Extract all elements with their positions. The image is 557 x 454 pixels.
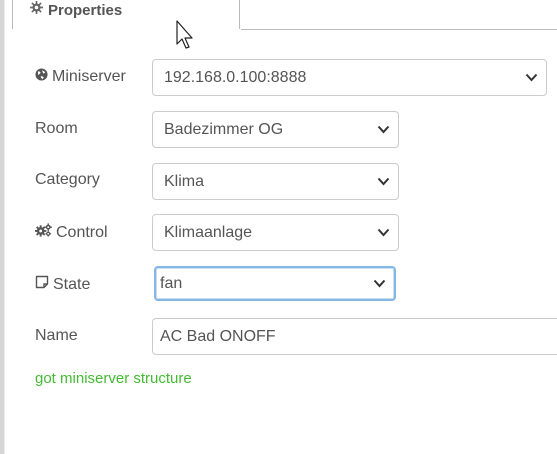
category-select[interactable]: Klima (152, 163, 399, 200)
room-label: Room (35, 120, 78, 137)
control-select[interactable]: Klimaanlage (152, 214, 399, 251)
gears-icon (35, 223, 52, 242)
gear-icon (30, 1, 43, 19)
tab-bar-divider (241, 29, 557, 30)
chevron-down-icon (377, 224, 390, 242)
sticky-note-icon (35, 275, 49, 294)
miniserver-label: Miniserver (35, 68, 126, 86)
room-value: Badezimmer OG (164, 120, 284, 138)
state-label: State (35, 275, 90, 294)
name-label: Name (35, 327, 78, 344)
state-select[interactable]: fan (154, 266, 396, 301)
panel-left-border-inner (4, 0, 5, 454)
chevron-down-icon (373, 275, 386, 293)
status-message: got miniserver structure (35, 370, 192, 387)
control-label: Control (35, 223, 108, 242)
chevron-down-icon (377, 121, 390, 139)
mouse-cursor-icon (176, 20, 196, 55)
category-label: Category (35, 171, 100, 188)
miniserver-select[interactable]: 192.168.0.100:8888 (152, 59, 547, 96)
name-input[interactable]: AC Bad ONOFF (152, 318, 557, 355)
tab-properties[interactable]: Properties (12, 0, 240, 29)
chevron-down-icon (377, 173, 390, 191)
category-value: Klima (164, 172, 205, 190)
state-value: fan (160, 274, 183, 292)
control-value: Klimaanlage (164, 223, 253, 241)
miniserver-value: 192.168.0.100:8888 (164, 68, 307, 86)
chevron-down-icon (525, 69, 538, 87)
room-select[interactable]: Badezimmer OG (152, 111, 399, 148)
tab-label: Properties (48, 1, 123, 19)
name-value: AC Bad ONOFF (160, 327, 276, 345)
globe-icon (35, 68, 48, 86)
